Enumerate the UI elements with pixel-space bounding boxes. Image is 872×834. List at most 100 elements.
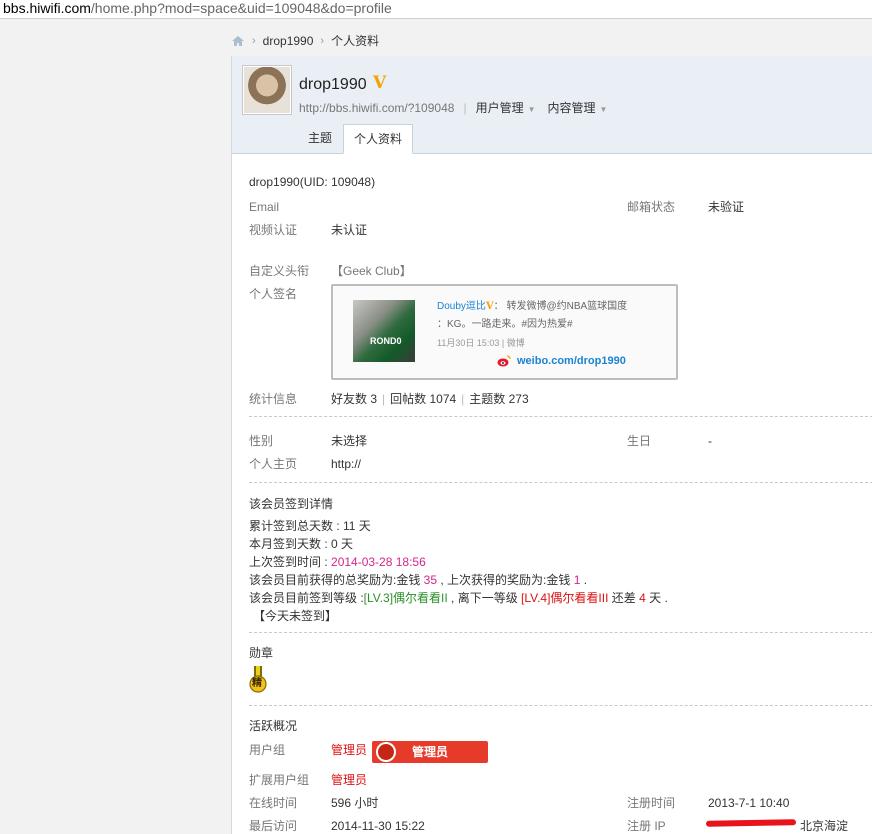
medal-char: 精 [252,678,262,689]
url-path: /home.php?mod=space&uid=109048&do=profil… [90,0,392,16]
friends-count[interactable]: 好友数 3 [331,392,377,406]
user-manage-menu[interactable]: 用户管理 ▼ [476,99,536,116]
user-manage-label: 用户管理 [475,101,524,115]
video-auth-label: 视频认证 [249,223,298,237]
level-prefix: 该会员目前签到等级 : [249,591,364,605]
checkin-heading: 该会员签到详情 [249,497,334,511]
signature-label: 个人签名 [249,287,298,301]
admin-badge-label: 管理员 [412,745,449,759]
replies-count[interactable]: 回帖数 1074 [390,392,456,406]
topics-count[interactable]: 主题数 273 [469,392,528,406]
custom-title-value: 【Geek Club】 [331,264,412,278]
divider [249,482,872,483]
breadcrumb-separator-icon: › [320,35,325,47]
profile-title: drop1990(UID: 109048) [249,175,376,189]
divider [249,705,872,706]
breadcrumb-page: 个人资料 [331,34,380,48]
weibo-icon [497,355,511,367]
profile-panel: drop1990 V http://bbs.hiwifi.com/?109048… [231,56,872,834]
reg-time-value: 2013-7-1 10:40 [708,796,790,810]
checkin-reward: 该会员目前获得的总奖励为:金钱 35 , 上次获得的奖励为:金钱 1 . [249,572,587,588]
admin-badge: 管理员 [372,741,488,763]
reward-mid: , 上次获得的奖励为:金钱 [437,573,574,587]
divider [249,416,872,417]
checkin-total-label: 累计签到总天数 : [249,519,344,533]
checkin-month-label: 本月签到天数 : [249,537,332,551]
checkin-level: 该会员目前签到等级 :[LV.3]偶尔看看II , 离下一等级 [LV.4]偶尔… [249,590,668,606]
group-icon [376,742,396,762]
level-gap-pre: 还差 [608,591,640,605]
video-auth-value: 未认证 [331,223,368,237]
gender-label: 性别 [249,434,274,448]
reward-total: 35 [423,573,438,587]
signature-text-1: ： 转发微博@约NBA篮球国度 [493,301,628,312]
email-label: Email [249,200,280,214]
profile-url-link[interactable]: http://bbs.hiwifi.com/?109048 [299,101,454,115]
verified-v-icon: V [373,73,387,93]
signature-line-3: 11月30日 15:03 | 微博 [437,338,525,348]
online-time-value: 596 小时 [331,796,379,810]
username[interactable]: drop1990 [299,76,367,94]
checkin-total-value: 11 天 [343,519,371,533]
level-gap-post: 天 . [645,591,668,605]
online-time-label: 在线时间 [249,796,298,810]
divider [249,632,872,633]
email-status-value: 未验证 [708,200,745,214]
group-label: 用户组 [249,743,286,757]
checkin-month-value: 0 天 [331,537,354,551]
breadcrumb: › drop1990 › 个人资料 [231,31,379,51]
last-visit-value: 2014-11-30 15:22 [331,819,425,833]
email-status-label: 邮箱状态 [627,200,676,214]
checkin-month: 本月签到天数 : 0 天 [249,536,353,552]
weibo-link[interactable]: weibo.com/drop1990 [517,355,626,367]
signature-card[interactable]: ROND0 Douby逗比V： 转发微博@约NBA篮球国度 ：KG。一路走来。#… [331,284,678,380]
signature-line-2: ：KG。一路走来。#因为热爱# [437,319,573,330]
group-value[interactable]: 管理员 [331,742,367,758]
tab-topics[interactable]: 主题 [298,124,342,153]
level-next: [LV.4]偶尔看看III [521,591,609,605]
url-host: bbs.hiwifi.com [3,0,91,16]
chevron-down-icon: ▼ [527,105,536,114]
content-manage-label: 内容管理 [547,101,596,115]
user-links: http://bbs.hiwifi.com/?109048 | 用户管理 ▼ 内容… [299,99,607,116]
reward-prefix: 该会员目前获得的总奖励为:金钱 [249,573,424,587]
checkin-today: 【今天未签到】 [253,609,338,623]
custom-title-label: 自定义头衔 [249,264,310,278]
activity-heading: 活跃概况 [249,719,298,733]
reg-ip-label: 注册 IP [627,819,666,833]
chevron-down-icon: ▼ [599,105,608,114]
medals-heading: 勋章 [249,646,274,660]
breadcrumb-user[interactable]: drop1990 [263,31,314,51]
home-icon[interactable] [231,34,245,48]
tab-profile[interactable]: 个人资料 [343,124,414,154]
address-bar[interactable]: bbs.hiwifi.com/home.php?mod=space&uid=10… [0,0,872,19]
birthday-label: 生日 [627,434,652,448]
content-manage-menu[interactable]: 内容管理 ▼ [548,99,608,116]
level-mid: , 离下一等级 [447,591,522,605]
redaction-mark [705,819,797,827]
signature-v-icon: V [485,301,494,312]
last-visit-label: 最后访问 [249,819,298,833]
avatar[interactable] [242,65,292,115]
checkin-total: 累计签到总天数 : 11 天 [249,518,371,534]
gender-value: 未选择 [331,434,368,448]
birthday-value: - [708,434,712,448]
signature-line-1: Douby逗比V： 转发微博@约NBA篮球国度 [437,300,627,314]
ext-group-label: 扩展用户组 [249,773,310,787]
reg-time-label: 注册时间 [627,796,676,810]
signature-author[interactable]: Douby逗比 [437,301,486,312]
medal-icon[interactable]: 精 [249,666,267,694]
reward-end: . [580,573,588,587]
checkin-last: 上次签到时间 : 2014-03-28 18:56 [249,554,426,570]
homepage-value[interactable]: http:// [331,456,361,472]
profile-header: drop1990 V http://bbs.hiwifi.com/?109048… [232,56,872,154]
breadcrumb-separator-icon: › [252,35,256,47]
homepage-label: 个人主页 [249,457,298,471]
checkin-last-label: 上次签到时间 : [249,555,332,569]
level-current: [LV.3]偶尔看看II [363,591,448,605]
reg-ip-location: 北京海淀 [800,819,849,833]
divider: | [463,100,467,115]
stats-label: 统计信息 [249,392,298,406]
signature-photo [353,300,415,362]
ext-group-value[interactable]: 管理员 [331,772,367,788]
